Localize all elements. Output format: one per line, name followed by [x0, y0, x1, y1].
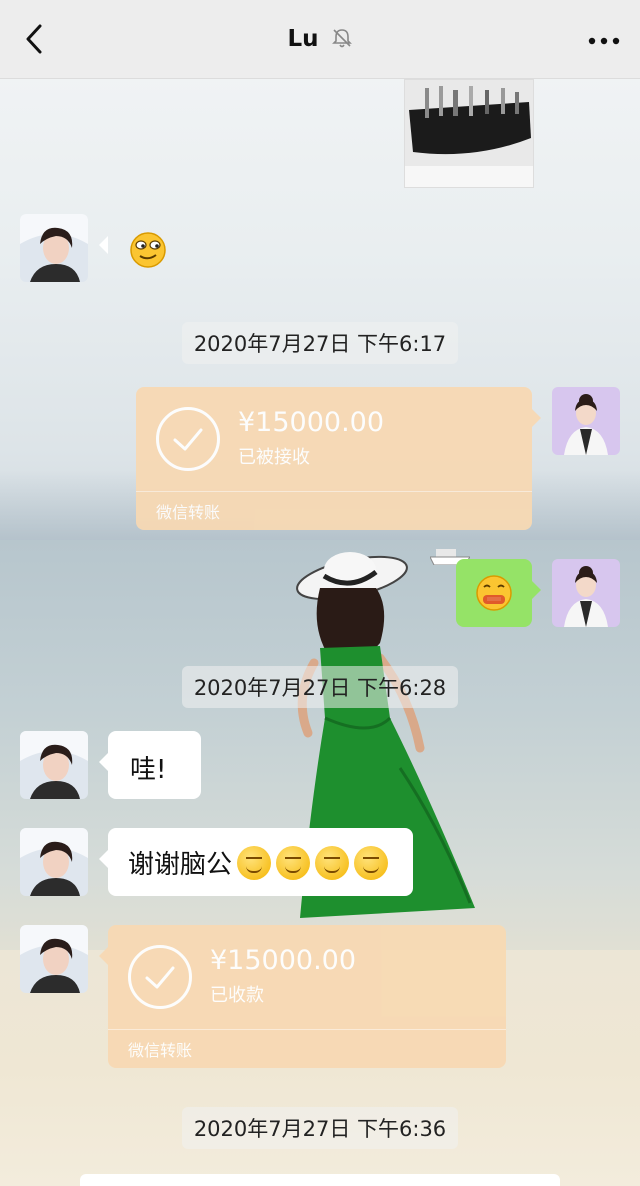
transfer-amount: ¥15000.00: [210, 945, 357, 976]
transfer-amount: ¥15000.00: [238, 407, 385, 438]
hand-over-mouth-emoji-icon: [476, 575, 512, 611]
divider: [136, 491, 532, 492]
timestamp: 2020年7月27日 下午6:17: [0, 322, 640, 364]
avatar-image: [20, 925, 88, 993]
check-circle-icon: [128, 945, 192, 1009]
transfer-card-received[interactable]: ¥15000.00 已收款 微信转账: [99, 925, 506, 1068]
kissing-emoji-icon: [315, 845, 350, 880]
timestamp-text: 2020年7月27日 下午6:17: [181, 322, 459, 364]
timestamp-text: 2020年7月27日 下午6:28: [181, 666, 459, 708]
sent-emoji-bubble[interactable]: [456, 559, 541, 627]
smirk-emoji-icon: [130, 232, 166, 268]
transfer-card-sent[interactable]: ¥15000.00 已被接收 微信转账: [136, 387, 541, 530]
emoji-message-bubble[interactable]: [99, 214, 184, 282]
chat-title: Lu: [0, 26, 640, 52]
transfer-label: 微信转账: [128, 1041, 193, 1060]
avatar-image: [20, 214, 88, 282]
text-message-bubble[interactable]: 谢谢脑公: [99, 828, 413, 896]
avatar-image: [20, 828, 88, 896]
kissing-emoji-icon: [276, 845, 311, 880]
brush-bag-picture: [405, 80, 533, 187]
message-text: 哇!: [130, 755, 167, 785]
avatar-image: [552, 387, 620, 455]
contact-avatar[interactable]: [20, 925, 88, 993]
contact-avatar[interactable]: [20, 214, 88, 282]
divider: [108, 1029, 506, 1030]
my-avatar[interactable]: [552, 559, 620, 627]
avatar-image: [20, 731, 88, 799]
transfer-status: 已被接收: [238, 447, 310, 468]
timestamp: 2020年7月27日 下午6:28: [0, 666, 640, 708]
avatar-image: [552, 559, 620, 627]
transfer-status: 已收款: [210, 985, 264, 1006]
text-message-bubble[interactable]: 哇!: [99, 731, 201, 799]
kissing-emoji-icon: [354, 845, 389, 880]
contact-name: Lu: [287, 26, 319, 52]
bottom-edge: [80, 1174, 560, 1186]
timestamp: 2020年7月27日 下午6:36: [0, 1107, 640, 1149]
transfer-label: 微信转账: [156, 503, 221, 522]
image-message[interactable]: [404, 79, 534, 188]
contact-avatar[interactable]: [20, 731, 88, 799]
more-dots-icon[interactable]: [584, 26, 624, 56]
check-circle-icon: [156, 407, 220, 471]
chat-header: Lu: [0, 0, 640, 79]
bell-off-icon: [331, 29, 352, 48]
kissing-emoji-icon: [237, 845, 272, 880]
timestamp-text: 2020年7月27日 下午6:36: [181, 1107, 459, 1149]
contact-avatar[interactable]: [20, 828, 88, 896]
my-avatar[interactable]: [552, 387, 620, 455]
message-text: 谢谢脑公: [128, 850, 233, 880]
